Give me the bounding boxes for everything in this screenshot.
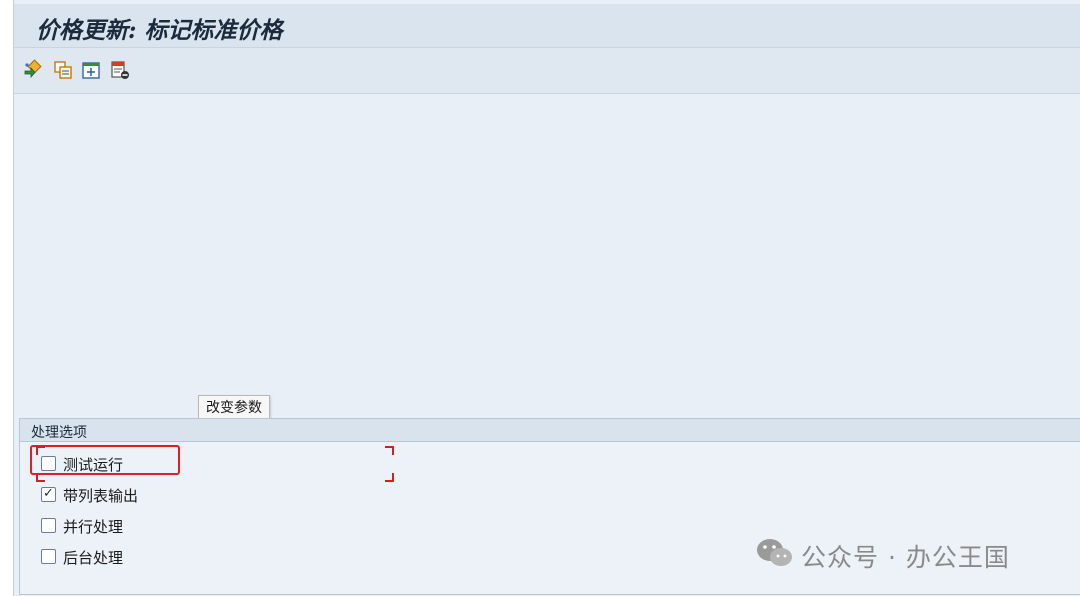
watermark: 公众号 · 办公王国	[755, 536, 1009, 572]
list-output-checkbox[interactable]: ✓	[41, 486, 56, 502]
focus-bracket	[385, 446, 394, 455]
option-label: 后台处理	[63, 549, 124, 567]
group-title: 处理选项	[31, 425, 87, 441]
wechat-icon	[757, 539, 792, 566]
watermark-text: 公众号 · 办公王国	[801, 543, 1010, 572]
checkmark-icon: ✓	[43, 486, 54, 501]
selection-screen-area	[14, 94, 1080, 418]
execute-button[interactable]	[21, 59, 43, 81]
title-bar: 价格更新: 标记标准价格	[14, 4, 1080, 48]
delete-variant-icon	[111, 61, 129, 79]
execute-icon	[24, 59, 42, 79]
parallel-processing-checkbox[interactable]	[41, 518, 56, 533]
copy-variant-icon	[54, 61, 72, 79]
option-label: 带列表输出	[63, 487, 139, 505]
option-label: 并行处理	[63, 518, 124, 536]
group-header: 处理选项	[20, 419, 1080, 442]
background-processing-checkbox[interactable]	[41, 549, 56, 564]
focus-bracket	[36, 473, 45, 482]
focus-bracket	[36, 446, 45, 455]
page-title: 价格更新: 标记标准价格	[36, 17, 283, 44]
copy-variant-button[interactable]	[52, 59, 74, 81]
focus-bracket	[385, 473, 394, 482]
get-variant-icon	[82, 62, 100, 79]
highlight-box	[30, 445, 180, 475]
get-variant-button[interactable]	[80, 59, 102, 81]
delete-variant-button[interactable]	[109, 59, 131, 81]
application-toolbar	[14, 48, 1080, 94]
